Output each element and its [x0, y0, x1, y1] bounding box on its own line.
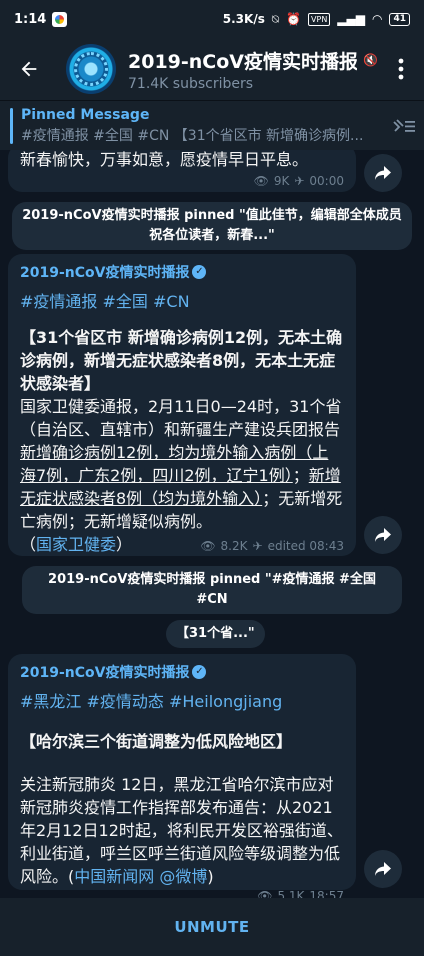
share-arrow-icon: [375, 166, 391, 180]
service-text: 2019-nCoV疫情实时播报 pinned "#疫情通报 #全国 #CN: [48, 572, 376, 607]
source-close: ): [207, 867, 214, 886]
bottom-bar: UNMUTE: [0, 898, 424, 956]
silent-icon: ⍉: [271, 11, 280, 26]
hashtags[interactable]: #黑龙江 #疫情动态 #Heilongjiang: [20, 688, 344, 712]
pinned-list-button[interactable]: [384, 101, 424, 151]
message-bubble[interactable]: 2019-nCoV疫情实时播报 ✓ #疫情通报 #全国 #CN 【31个省区市 …: [8, 254, 356, 556]
muted-icon: 🔇: [363, 53, 378, 67]
pinned-list-icon: [393, 118, 415, 132]
service-message: 【31个省...": [166, 620, 265, 648]
pinned-content: #疫情通报 #全国 #CN 【31个省区市 新增确诊病例...: [21, 127, 364, 144]
service-text: 【31个省...": [176, 626, 255, 641]
body-underlined: 新增确诊病例12例，均为境外输入病例（上海7例，广东2例，四川2例，辽宁1例）: [20, 443, 329, 485]
verified-icon: ✓: [192, 265, 207, 279]
share-button[interactable]: [364, 516, 402, 554]
chrome-app-icon: [52, 11, 68, 27]
source-open: （: [20, 535, 37, 554]
pinned-indicator: [10, 107, 13, 144]
pin-icon: ✈: [294, 174, 305, 188]
message-time: 18:57: [309, 889, 344, 898]
more-menu-button[interactable]: [378, 38, 424, 100]
message-meta: 👁 9K ✈ 00:00: [20, 171, 344, 191]
more-vertical-icon: [398, 58, 404, 80]
message-text: 新春愉快，万事如意，愿疫情早日平息。: [20, 150, 309, 169]
share-button[interactable]: [364, 850, 402, 888]
view-count: 5.1K: [277, 889, 305, 898]
signal-icon: ▂▄▆: [337, 12, 365, 26]
pinned-message-bar[interactable]: Pinned Message #疫情通报 #全国 #CN 【31个省区市 新增确…: [0, 100, 424, 150]
channel-avatar[interactable]: [66, 44, 116, 94]
service-message: 2019-nCoV疫情实时播报 pinned "#疫情通报 #全国 #CN: [22, 566, 402, 614]
service-text: 2019-nCoV疫情实时播报 pinned "值此佳节，编辑部全体成员祝各位读…: [22, 208, 402, 243]
share-button[interactable]: [364, 154, 402, 192]
message-bubble[interactable]: 新春愉快，万事如意，愿疫情早日平息。 👁 9K ✈ 00:00: [8, 150, 356, 192]
message-author[interactable]: 2019-nCoV疫情实时播报 ✓: [20, 662, 344, 682]
message-list[interactable]: 新春愉快，万事如意，愿疫情早日平息。 👁 9K ✈ 00:00 2019-nCo…: [0, 150, 424, 898]
back-arrow-icon: [21, 61, 37, 77]
eye-icon: 👁: [257, 889, 273, 898]
view-count: 9K: [273, 174, 290, 188]
pinned-label: Pinned Message: [21, 106, 150, 123]
message-author[interactable]: 2019-nCoV疫情实时播报 ✓: [20, 262, 344, 282]
body-text: ；: [292, 466, 309, 485]
share-arrow-icon: [375, 528, 391, 542]
headline: 【31个省区市 新增确诊病例12例，无本土确诊病例，新增无症状感染者8例，无本土…: [20, 328, 343, 393]
author-name: 2019-nCoV疫情实时播报: [20, 265, 190, 281]
status-bar: 1:14 5.3K/s ⍉ ⏰ VPN ▂▄▆ ◠ 41: [0, 0, 424, 38]
share-arrow-icon: [375, 862, 391, 876]
wifi-icon: ◠: [371, 12, 383, 26]
source-close: ）: [116, 535, 133, 554]
headline: 【哈尔滨三个街道调整为低风险地区】: [20, 732, 293, 751]
hashtags[interactable]: #疫情通报 #全国 #CN: [20, 288, 344, 312]
body-text: 国家卫健委通报，2月11日0—24时，31个省（自治区、直辖市）和新疆生产建设兵…: [20, 397, 342, 439]
verified-icon: ✓: [192, 665, 207, 679]
unmute-button[interactable]: UNMUTE: [174, 918, 249, 936]
channel-info[interactable]: 2019-nCoV疫情实时播报... 🔇 71.4K subscribers: [128, 47, 378, 92]
message-time: edited 08:43: [267, 539, 344, 553]
source-link[interactable]: 国家卫健委: [36, 535, 116, 554]
back-button[interactable]: [0, 38, 58, 100]
service-message: 2019-nCoV疫情实时播报 pinned "值此佳节，编辑部全体成员祝各位读…: [12, 202, 412, 250]
eye-icon: 👁: [253, 174, 269, 188]
battery-indicator: 41: [389, 12, 410, 26]
vpn-badge: VPN: [308, 12, 331, 26]
message-time: 00:00: [309, 174, 344, 188]
pin-icon: ✈: [252, 539, 263, 553]
alarm-icon: ⏰: [286, 12, 302, 26]
network-speed: 5.3K/s: [222, 12, 265, 26]
status-time: 1:14: [14, 11, 47, 27]
eye-icon: 👁: [200, 539, 216, 553]
source-link[interactable]: 中国新闻网 @微博: [74, 867, 207, 886]
chat-header: 2019-nCoV疫情实时播报... 🔇 71.4K subscribers: [0, 38, 424, 100]
message-bubble[interactable]: 2019-nCoV疫情实时播报 ✓ #黑龙江 #疫情动态 #Heilongjia…: [8, 654, 356, 898]
view-count: 8.2K: [220, 539, 248, 553]
subscriber-count: 71.4K subscribers: [128, 75, 254, 92]
channel-title: 2019-nCoV疫情实时播报...: [128, 50, 358, 73]
author-name: 2019-nCoV疫情实时播报: [20, 665, 190, 681]
